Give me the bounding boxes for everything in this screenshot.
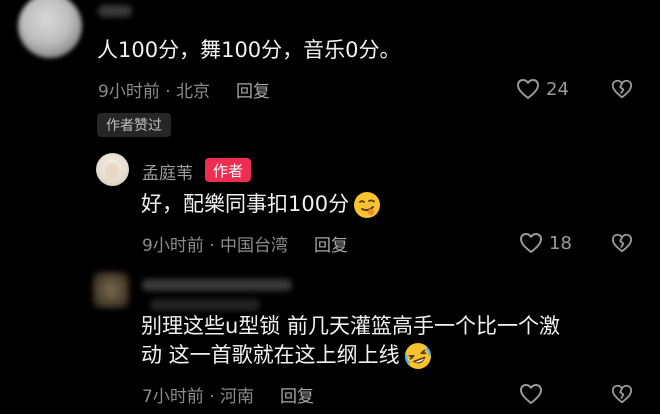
like-button[interactable]: 18: [519, 231, 572, 255]
like-button[interactable]: 24: [516, 77, 569, 101]
comment-text-row: 动 这一首歌就在这上纲上线: [141, 340, 432, 370]
comment-meta: 9小时前 · 中国台湾 回复: [142, 231, 348, 256]
reply-button[interactable]: 回复: [314, 231, 348, 256]
username-blurred: [98, 5, 132, 17]
comment-list: 人100分，舞100分，音乐0分。 9小时前 · 北京 回复 24 作者赞过 孟…: [0, 0, 660, 414]
avatar[interactable]: [93, 272, 129, 308]
username-blurred: [150, 299, 260, 311]
comment-text-row: 好，配樂同事扣100分: [141, 189, 381, 219]
comment-text-line: 动 这一首歌就在这上纲上线: [141, 343, 400, 367]
avatar[interactable]: [18, 0, 82, 58]
heart-outline-icon[interactable]: [519, 383, 543, 405]
comment-text-line: 别理这些u型锁 前几天灌篮高手一个比一个激: [141, 314, 560, 338]
comment-meta: 9小时前 · 北京 回复: [98, 77, 270, 102]
like-count: 24: [546, 78, 569, 100]
broken-heart-icon[interactable]: [611, 383, 633, 405]
comment-time-location: 9小时前 · 中国台湾: [142, 235, 289, 256]
comment-meta: 7小时前 · 河南 回复: [142, 382, 314, 407]
comment-time-location: 7小时前 · 河南: [142, 386, 255, 407]
smirk-emoji-icon: [354, 192, 381, 218]
author-tag: 作者: [205, 158, 252, 182]
username-blurred: [142, 279, 292, 291]
reply-button[interactable]: 回复: [280, 382, 314, 407]
avatar[interactable]: [96, 153, 129, 186]
comment-text: 好，配樂同事扣100分: [141, 192, 350, 216]
comment-time-location: 9小时前 · 北京: [98, 81, 211, 102]
heart-outline-icon: [520, 233, 542, 253]
author-liked-badge: 作者赞过: [97, 113, 171, 137]
broken-heart-icon[interactable]: [611, 232, 633, 254]
reply-button[interactable]: 回复: [236, 77, 270, 102]
comment-text: 人100分，舞100分，音乐0分。: [97, 38, 401, 62]
username[interactable]: 孟庭苇: [142, 159, 193, 184]
like-count: 18: [549, 232, 572, 254]
heart-outline-icon: [517, 79, 539, 99]
broken-heart-icon[interactable]: [611, 78, 633, 100]
rofl-emoji-icon: [404, 343, 431, 369]
